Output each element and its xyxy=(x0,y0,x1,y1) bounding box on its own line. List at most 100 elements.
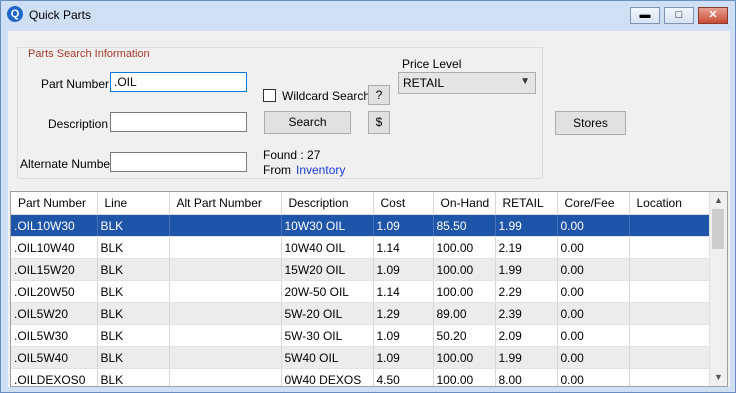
cell-location xyxy=(629,368,712,386)
scroll-up-arrow-icon[interactable]: ▲ xyxy=(710,192,727,209)
cell-part-number: .OIL15W20 xyxy=(11,258,98,281)
parts-grid[interactable]: Part Number Line Alt Part Number Descrip… xyxy=(10,191,728,387)
cell-cost: 1.09 xyxy=(373,258,434,281)
cell-on-hand: 100.00 xyxy=(433,280,496,303)
parts-search-group-title: Parts Search Information xyxy=(26,48,152,60)
from-label: From xyxy=(263,163,291,177)
cell-alt-part-number xyxy=(169,324,282,347)
description-input[interactable] xyxy=(110,112,247,132)
cell-retail: 2.09 xyxy=(495,324,558,347)
cell-alt-part-number xyxy=(169,214,282,237)
grid-header-row: Part Number Line Alt Part Number Descrip… xyxy=(11,192,712,215)
cell-line: BLK xyxy=(97,280,170,303)
cell-location xyxy=(629,346,712,369)
table-row[interactable]: .OIL5W40 BLK 5W40 OIL 1.09 100.00 1.99 0.00 xyxy=(11,346,712,369)
cell-alt-part-number xyxy=(169,258,282,281)
cell-line: BLK xyxy=(97,324,170,347)
title-bar[interactable]: Q Quick Parts ▬ □ ✕ xyxy=(1,1,735,29)
table-row[interactable]: .OIL5W20 BLK 5W-20 OIL 1.29 89.00 2.39 0.00 xyxy=(11,302,712,325)
column-header-core-fee[interactable]: Core/Fee xyxy=(557,192,630,215)
cell-part-number: .OIL5W20 xyxy=(11,302,98,325)
cell-alt-part-number xyxy=(169,236,282,259)
cell-location xyxy=(629,280,712,303)
column-header-part-number[interactable]: Part Number xyxy=(11,192,98,215)
cell-line: BLK xyxy=(97,214,170,237)
parts-table: Part Number Line Alt Part Number Descrip… xyxy=(11,192,712,386)
column-header-description[interactable]: Description xyxy=(281,192,374,215)
cell-description: 5W-20 OIL xyxy=(281,302,374,325)
column-header-on-hand[interactable]: On-Hand xyxy=(433,192,496,215)
cell-cost: 1.29 xyxy=(373,302,434,325)
cell-location xyxy=(629,258,712,281)
cell-on-hand: 50.20 xyxy=(433,324,496,347)
help-button[interactable]: ? xyxy=(368,85,390,105)
minimize-button[interactable]: ▬ xyxy=(630,7,660,24)
scroll-down-arrow-icon[interactable]: ▼ xyxy=(710,369,727,386)
column-header-retail[interactable]: RETAIL xyxy=(495,192,558,215)
cell-retail: 1.99 xyxy=(495,214,558,237)
table-row[interactable]: .OILDEXOS0 BLK 0W40 DEXOS 4.50 100.00 8.00 0.0… xyxy=(11,368,712,386)
grid-vertical-scrollbar[interactable]: ▲ ▼ xyxy=(709,192,727,386)
cell-location xyxy=(629,236,712,259)
cell-core-fee: 0.00 xyxy=(557,302,630,325)
cell-alt-part-number xyxy=(169,346,282,369)
price-level-label: Price Level xyxy=(402,57,462,71)
table-row[interactable]: .OIL5W30 BLK 5W-30 OIL 1.09 50.20 2.09 0.00 xyxy=(11,324,712,347)
cell-retail: 2.39 xyxy=(495,302,558,325)
alternate-number-input[interactable] xyxy=(110,152,247,172)
price-dollar-button[interactable]: $ xyxy=(368,111,390,134)
cell-cost: 1.09 xyxy=(373,214,434,237)
cell-alt-part-number xyxy=(169,368,282,386)
cell-on-hand: 89.00 xyxy=(433,302,496,325)
scroll-thumb[interactable] xyxy=(712,209,724,249)
window-title: Quick Parts xyxy=(29,8,92,22)
wildcard-search-checkbox[interactable] xyxy=(263,89,276,102)
table-row[interactable]: .OIL10W40 BLK 10W40 OIL 1.14 100.00 2.19 0.00 xyxy=(11,236,712,259)
price-level-select[interactable]: RETAIL ▼ xyxy=(398,72,536,94)
cell-cost: 1.09 xyxy=(373,324,434,347)
cell-location xyxy=(629,302,712,325)
chevron-down-icon: ▼ xyxy=(520,76,530,87)
cell-on-hand: 100.00 xyxy=(433,346,496,369)
cell-line: BLK xyxy=(97,258,170,281)
cell-core-fee: 0.00 xyxy=(557,324,630,347)
cell-part-number: .OIL10W40 xyxy=(11,236,98,259)
part-number-label: Part Number : xyxy=(41,77,116,91)
cell-core-fee: 0.00 xyxy=(557,258,630,281)
cell-line: BLK xyxy=(97,368,170,386)
cell-on-hand: 100.00 xyxy=(433,368,496,386)
cell-location xyxy=(629,324,712,347)
cell-retail: 2.19 xyxy=(495,236,558,259)
stores-button[interactable]: Stores xyxy=(555,111,626,135)
inventory-link[interactable]: Inventory xyxy=(296,163,345,177)
cell-on-hand: 100.00 xyxy=(433,258,496,281)
cell-retail: 1.99 xyxy=(495,258,558,281)
cell-line: BLK xyxy=(97,346,170,369)
cell-core-fee: 0.00 xyxy=(557,214,630,237)
description-label: Description : xyxy=(48,117,115,131)
table-row[interactable]: .OIL20W50 BLK 20W-50 OIL 1.14 100.00 2.29 0.00 xyxy=(11,280,712,303)
column-header-location[interactable]: Location xyxy=(629,192,712,215)
cell-description: 0W40 DEXOS xyxy=(281,368,374,386)
table-row[interactable]: .OIL15W20 BLK 15W20 OIL 1.09 100.00 1.99 0.00 xyxy=(11,258,712,281)
cell-core-fee: 0.00 xyxy=(557,236,630,259)
column-header-alt-part-number[interactable]: Alt Part Number xyxy=(169,192,282,215)
cell-part-number: .OIL5W40 xyxy=(11,346,98,369)
column-header-line[interactable]: Line xyxy=(97,192,170,215)
cell-line: BLK xyxy=(97,302,170,325)
maximize-button[interactable]: □ xyxy=(664,7,694,24)
cell-on-hand: 100.00 xyxy=(433,236,496,259)
app-logo-icon: Q xyxy=(7,6,23,22)
cell-part-number: .OIL5W30 xyxy=(11,324,98,347)
wildcard-search-label[interactable]: Wildcard Search xyxy=(282,89,370,103)
column-header-cost[interactable]: Cost xyxy=(373,192,434,215)
cell-line: BLK xyxy=(97,236,170,259)
table-row[interactable]: .OIL10W30 BLK 10W30 OIL 1.09 85.50 1.99 0.00 xyxy=(11,214,712,237)
found-count: Found : 27 xyxy=(263,148,321,162)
cell-cost: 1.14 xyxy=(373,236,434,259)
search-button[interactable]: Search xyxy=(264,111,351,134)
part-number-input[interactable] xyxy=(110,72,247,92)
cell-part-number: .OIL20W50 xyxy=(11,280,98,303)
cell-description: 20W-50 OIL xyxy=(281,280,374,303)
close-button[interactable]: ✕ xyxy=(698,7,728,24)
